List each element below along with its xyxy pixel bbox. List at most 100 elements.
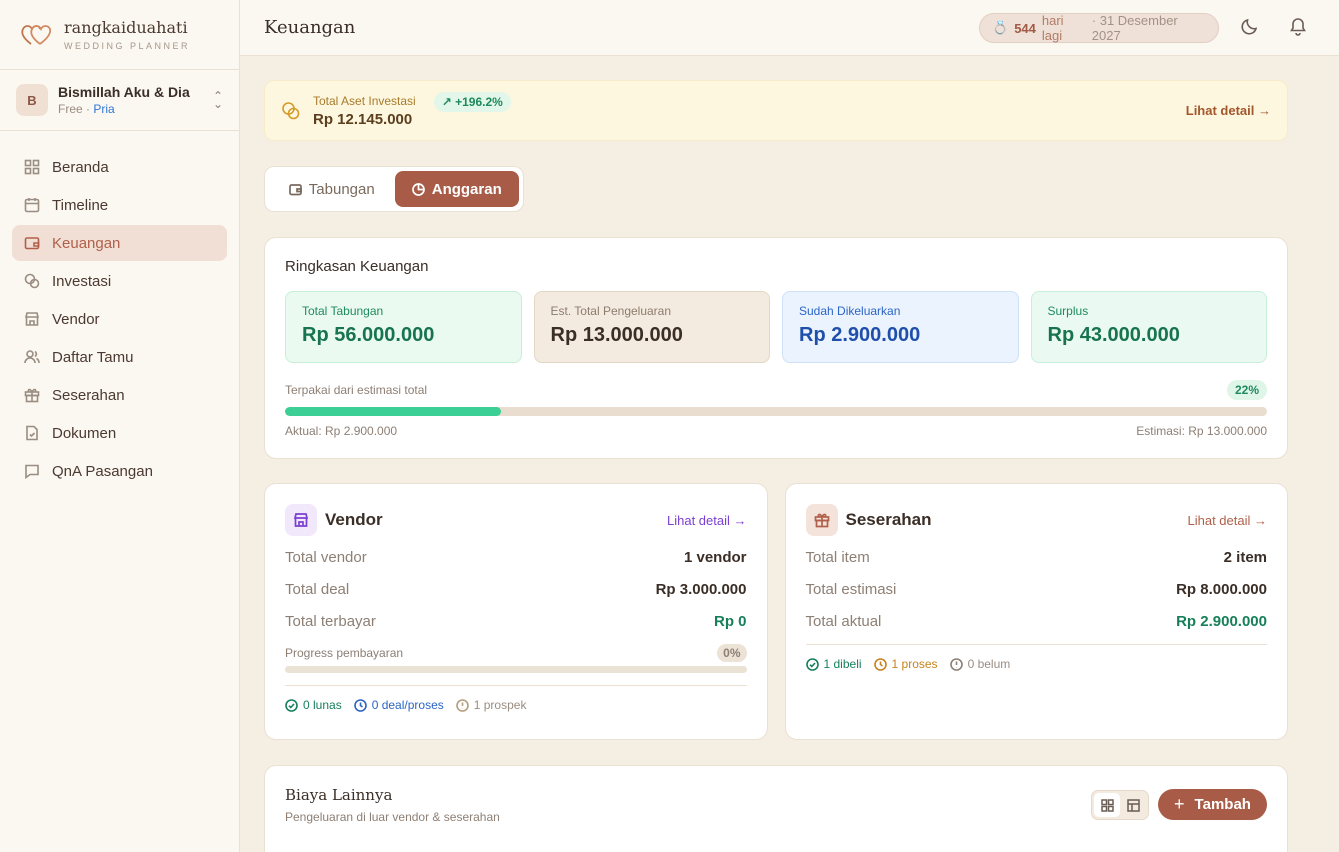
table-view-button[interactable]	[1120, 793, 1146, 817]
sidebar-item-label: Dokumen	[52, 424, 117, 442]
vendor-row: Total deal Rp 3.000.000	[285, 581, 747, 598]
account-meta: Free · Pria	[58, 102, 190, 116]
divider	[805, 644, 1267, 645]
store-icon	[24, 312, 40, 326]
sidebar-item-label: Vendor	[52, 310, 100, 328]
chevrons-up-down-icon[interactable]: ⌃ ⌄	[213, 90, 223, 110]
users-icon	[24, 350, 40, 364]
gift-icon	[24, 388, 40, 403]
stat-est-pengeluaran: Est. Total Pengeluaran Rp 13.000.000	[533, 291, 770, 363]
stat-label: Surplus	[1047, 304, 1089, 318]
estimate-amount: Estimasi: Rp 13.000.000	[1136, 424, 1267, 438]
account-role: Pria	[93, 102, 115, 116]
chip-dibeli: 1 dibeli	[805, 657, 862, 671]
alert-circle-icon	[949, 657, 963, 671]
sidebar-item-vendor[interactable]: Vendor	[12, 301, 227, 337]
page-title: Keuangan	[264, 17, 356, 38]
vendor-card: Vendor Lihat detail → Total vendor 1 vend…	[264, 483, 768, 740]
stat-label: Sudah Dikeluarkan	[799, 304, 901, 318]
seserahan-detail-link[interactable]: Lihat detail →	[1187, 513, 1267, 528]
investment-label: Total Aset Investasi	[313, 93, 416, 108]
sidebar-item-qna-pasangan[interactable]: QnA Pasangan	[12, 453, 227, 489]
seserahan-row: Total estimasi Rp 8.000.000	[805, 581, 1268, 598]
sidebar-item-label: Daftar Tamu	[52, 348, 134, 366]
sidebar-item-timeline[interactable]: Timeline	[12, 187, 227, 223]
check-circle-icon	[805, 657, 819, 671]
vendor-detail-link[interactable]: Lihat detail →	[667, 513, 747, 528]
seserahan-title: Seserahan	[845, 510, 932, 529]
payment-progress-badge: 0%	[717, 644, 747, 662]
sidebar-item-label: QnA Pasangan	[52, 462, 153, 480]
payment-progress-label: Progress pembayaran	[285, 646, 404, 660]
wallet-icon	[24, 237, 40, 250]
spending-progress-bar	[285, 407, 1267, 416]
brand-name: rangkaiduahati	[64, 17, 188, 37]
stat-value: Rp 43.000.000	[1047, 324, 1180, 346]
chat-icon	[25, 464, 39, 479]
add-cost-button[interactable]: + Tambah	[1158, 789, 1267, 820]
sidebar-item-seserahan[interactable]: Seserahan	[12, 377, 227, 413]
vendor-row: Total terbayar Rp 0	[285, 613, 747, 630]
tab-label: Anggaran	[431, 180, 502, 198]
clock-icon	[353, 698, 367, 712]
tab-label: Tabungan	[308, 180, 375, 198]
sidebar-item-investasi[interactable]: Investasi	[12, 263, 227, 299]
account-switcher[interactable]: B Bismillah Aku & Dia Free · Pria ⌃ ⌄	[0, 70, 239, 131]
stat-label: Est. Total Pengeluaran	[550, 304, 672, 318]
hearts-logo-icon	[21, 24, 52, 45]
grid-view-button[interactable]	[1094, 793, 1120, 817]
tab-tabungan[interactable]: Tabungan	[269, 171, 395, 207]
calendar-icon	[24, 198, 40, 213]
account-name: Bismillah Aku & Dia	[58, 84, 190, 100]
progress-percent-badge: 22%	[1226, 380, 1267, 400]
top-header: Keuangan 💍 544 hari lagi · 31 Desember 2…	[240, 0, 1339, 56]
vendor-title: Vendor	[325, 510, 383, 529]
other-costs-card: Biaya Lainnya Pengeluaran di luar vendor…	[264, 765, 1288, 852]
sidebar-item-label: Beranda	[52, 158, 109, 176]
document-icon	[26, 425, 38, 441]
moon-icon	[1241, 18, 1258, 35]
sidebar-item-beranda[interactable]: Beranda	[12, 149, 227, 185]
grid-icon	[1100, 798, 1114, 812]
ring-icon: 💍	[992, 20, 1009, 35]
main-content: Total Aset Investasi Rp 12.145.000 ↗ +19…	[264, 80, 1288, 852]
stat-total-tabungan: Total Tabungan Rp 56.000.000	[285, 291, 522, 363]
stat-surplus: Surplus Rp 43.000.000	[1030, 291, 1267, 363]
chip-proses: 1 proses	[873, 657, 938, 671]
pie-chart-icon	[411, 182, 425, 196]
progress-fill	[285, 407, 502, 416]
sidebar-item-label: Keuangan	[52, 234, 121, 252]
dark-mode-toggle[interactable]	[1240, 16, 1262, 38]
seserahan-card: Seserahan Lihat detail → Total item 2 ite…	[784, 483, 1288, 740]
stat-value: Rp 13.000.000	[550, 324, 683, 346]
avatar: B	[16, 84, 48, 116]
divider	[285, 685, 747, 686]
sidebar: rangkaiduahati WEDDING PLANNER B Bismill…	[0, 0, 240, 852]
clock-icon	[873, 657, 887, 671]
sidebar-nav: Beranda Timeline Keuangan Investasi Vend…	[0, 131, 239, 509]
sidebar-item-label: Timeline	[52, 196, 109, 214]
growth-badge: ↗ +196.2%	[433, 91, 511, 112]
finance-tabs: Tabungan Anggaran	[264, 166, 524, 212]
countdown-days: 544	[1014, 20, 1036, 36]
sidebar-item-daftar-tamu[interactable]: Daftar Tamu	[12, 339, 227, 375]
plus-icon: +	[1174, 794, 1185, 814]
table-icon	[1126, 798, 1140, 812]
brand[interactable]: rangkaiduahati WEDDING PLANNER	[0, 0, 239, 70]
chip-prospek: 1 prospek	[455, 698, 526, 712]
alert-circle-icon	[455, 698, 469, 712]
financial-summary-card: Ringkasan Keuangan Total Tabungan Rp 56.…	[264, 237, 1288, 459]
gift-icon	[805, 504, 838, 536]
tab-anggaran[interactable]: Anggaran	[394, 171, 519, 207]
chip-deal-proses: 0 deal/proses	[353, 698, 444, 712]
notifications-button[interactable]	[1288, 16, 1310, 38]
bell-icon	[1290, 18, 1306, 36]
sidebar-item-keuangan[interactable]: Keuangan	[12, 225, 227, 261]
stat-label: Total Tabungan	[302, 304, 384, 318]
stat-value: Rp 56.000.000	[302, 324, 435, 346]
sidebar-item-label: Investasi	[52, 272, 112, 290]
sidebar-item-dokumen[interactable]: Dokumen	[12, 415, 227, 451]
investment-banner: Total Aset Investasi Rp 12.145.000 ↗ +19…	[264, 80, 1288, 141]
vendor-row: Total vendor 1 vendor	[285, 549, 747, 566]
investment-detail-link[interactable]: Lihat detail →	[1186, 103, 1271, 118]
